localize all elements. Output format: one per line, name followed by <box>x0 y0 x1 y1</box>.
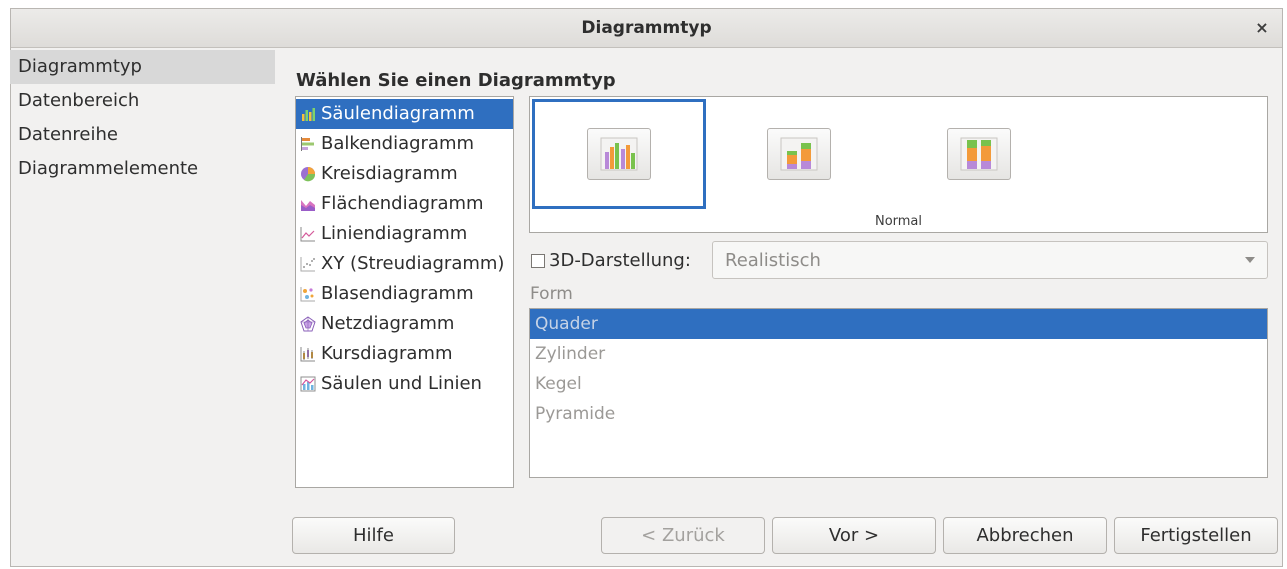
three-d-style-value: Realistisch <box>725 249 821 271</box>
column-chart-icon <box>302 108 315 121</box>
variant-stacked[interactable] <box>712 99 886 209</box>
line-chart-icon <box>300 227 315 242</box>
chart-variant-panel: Normal <box>529 96 1268 233</box>
wizard-steps-nav: Diagrammtyp Datenbereich Datenreihe Diag… <box>10 50 275 550</box>
chart-type-item[interactable]: Balkendiagramm <box>296 129 513 159</box>
nav-item-diagrammtyp[interactable]: Diagrammtyp <box>10 50 275 84</box>
three-d-style-select[interactable]: Realistisch <box>712 241 1268 279</box>
shape-item[interactable]: Quader <box>530 309 1267 339</box>
chart-type-label: Balkendiagramm <box>321 133 475 154</box>
three-d-label: 3D-Darstellung: <box>549 250 691 271</box>
dialog-title: Diagrammtyp <box>581 18 712 38</box>
chart-type-label: Liniendiagramm <box>321 223 468 244</box>
shape-list[interactable]: Quader Zylinder Kegel Pyramide <box>529 308 1268 478</box>
chart-type-item[interactable]: Liniendiagramm <box>296 219 513 249</box>
chart-type-label: Kreisdiagramm <box>321 163 458 184</box>
next-button[interactable]: Vor > <box>772 517 936 554</box>
shape-item[interactable]: Zylinder <box>530 339 1267 369</box>
chart-type-item[interactable]: Säulen und Linien <box>296 369 513 399</box>
form-label: Form <box>530 284 573 304</box>
cancel-button[interactable]: Abbrechen <box>943 517 1107 554</box>
chart-type-item[interactable]: Säulendiagramm <box>296 99 513 129</box>
chart-type-item[interactable]: Kreisdiagramm <box>296 159 513 189</box>
variant-percent-stacked[interactable] <box>892 99 1066 209</box>
chart-type-list[interactable]: Säulendiagramm Balkendiagramm Kreisdiagr… <box>295 96 514 488</box>
chart-type-item[interactable]: Flächendiagramm <box>296 189 513 219</box>
back-button[interactable]: < Zurück <box>601 517 765 554</box>
nav-item-datenreihe[interactable]: Datenreihe <box>10 118 275 152</box>
pie-chart-icon <box>301 167 316 182</box>
bubble-chart-icon <box>300 287 315 302</box>
chart-type-item[interactable]: Blasendiagramm <box>296 279 513 309</box>
chart-type-item[interactable]: Netzdiagramm <box>296 309 513 339</box>
chart-type-label: XY (Streudiagramm) <box>321 253 505 274</box>
chart-type-label: Kursdiagramm <box>321 343 453 364</box>
shape-item[interactable]: Kegel <box>530 369 1267 399</box>
section-heading: Wählen Sie einen Diagrammtyp <box>296 70 616 91</box>
stock-chart-icon <box>300 347 315 362</box>
title-bar: Diagrammtyp × <box>11 9 1282 48</box>
chevron-down-icon <box>1245 257 1255 263</box>
chart-type-label: Blasendiagramm <box>321 283 474 304</box>
column-line-chart-icon <box>300 376 316 392</box>
three-d-checkbox[interactable] <box>531 253 545 268</box>
chart-type-label: Netzdiagramm <box>321 313 455 334</box>
area-chart-icon <box>301 200 315 211</box>
help-button[interactable]: Hilfe <box>292 517 455 554</box>
chart-type-item[interactable]: XY (Streudiagramm) <box>296 249 513 279</box>
shape-item[interactable]: Pyramide <box>530 399 1267 429</box>
nav-item-datenbereich[interactable]: Datenbereich <box>10 84 275 118</box>
stacked-column-icon <box>767 128 831 180</box>
three-d-row: 3D-Darstellung: <box>531 250 691 271</box>
finish-button[interactable]: Fertigstellen <box>1114 517 1278 554</box>
chart-type-label: Säulen und Linien <box>321 373 482 394</box>
variant-caption: Normal <box>874 214 923 229</box>
chart-type-item[interactable]: Kursdiagramm <box>296 339 513 369</box>
percent-stacked-column-icon <box>947 128 1011 180</box>
scatter-chart-icon <box>300 257 315 272</box>
normal-column-icon <box>587 128 651 180</box>
chart-type-label: Flächendiagramm <box>321 193 484 214</box>
chart-type-label: Säulendiagramm <box>321 103 475 124</box>
net-chart-icon <box>300 316 316 332</box>
bar-chart-icon <box>301 137 314 151</box>
variant-normal[interactable] <box>532 99 706 209</box>
nav-item-diagrammelemente[interactable]: Diagrammelemente <box>10 152 275 186</box>
close-icon[interactable]: × <box>1252 18 1272 38</box>
